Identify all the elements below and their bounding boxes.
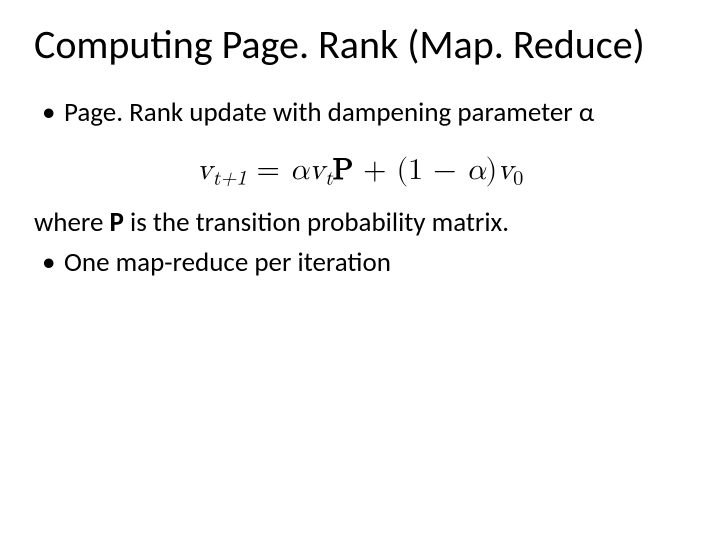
eq-v2: v [309, 155, 325, 185]
bullet2-text: One map-reduce per iteration [64, 246, 391, 279]
eq-alpha: α [290, 155, 309, 185]
bullet-text: Page. Rank update with dampening paramet… [64, 96, 579, 129]
eq-plus: + (1 − [353, 155, 466, 185]
pagerank-equation: vt+1 = αvtP + (1 − α)v0 [197, 155, 524, 185]
eq-P: P [333, 155, 353, 185]
spacer [34, 138, 686, 146]
equation-block: vt+1 = αvtP + (1 − α)v0 [34, 152, 686, 192]
where-a: where [34, 206, 110, 239]
where-b: is the transition probability matrix. [124, 206, 509, 239]
slide: Computing Page. Rank (Map. Reduce) Page.… [0, 0, 720, 540]
bullet-map-reduce: One map-reduce per iteration [34, 246, 686, 280]
eq-v3: v [497, 155, 513, 185]
slide-title: Computing Page. Rank (Map. Reduce) [34, 22, 686, 68]
eq-alpha2: α [466, 155, 485, 185]
bullet-pagerank-update: Page. Rank update with dampening paramet… [34, 96, 686, 130]
where-P: P [110, 206, 124, 239]
eq-sub-t: t [325, 168, 333, 188]
where-line: where P is the transition probability ma… [34, 206, 686, 240]
eq-equals: = [246, 155, 289, 185]
eq-sub-t1: t+1 [212, 168, 246, 188]
eq-sub-0: 0 [513, 168, 523, 188]
slide-body: Page. Rank update with dampening paramet… [34, 96, 686, 279]
eq-v1: v [197, 155, 213, 185]
eq-close: ) [486, 155, 498, 185]
alpha-symbol: α [579, 96, 594, 129]
